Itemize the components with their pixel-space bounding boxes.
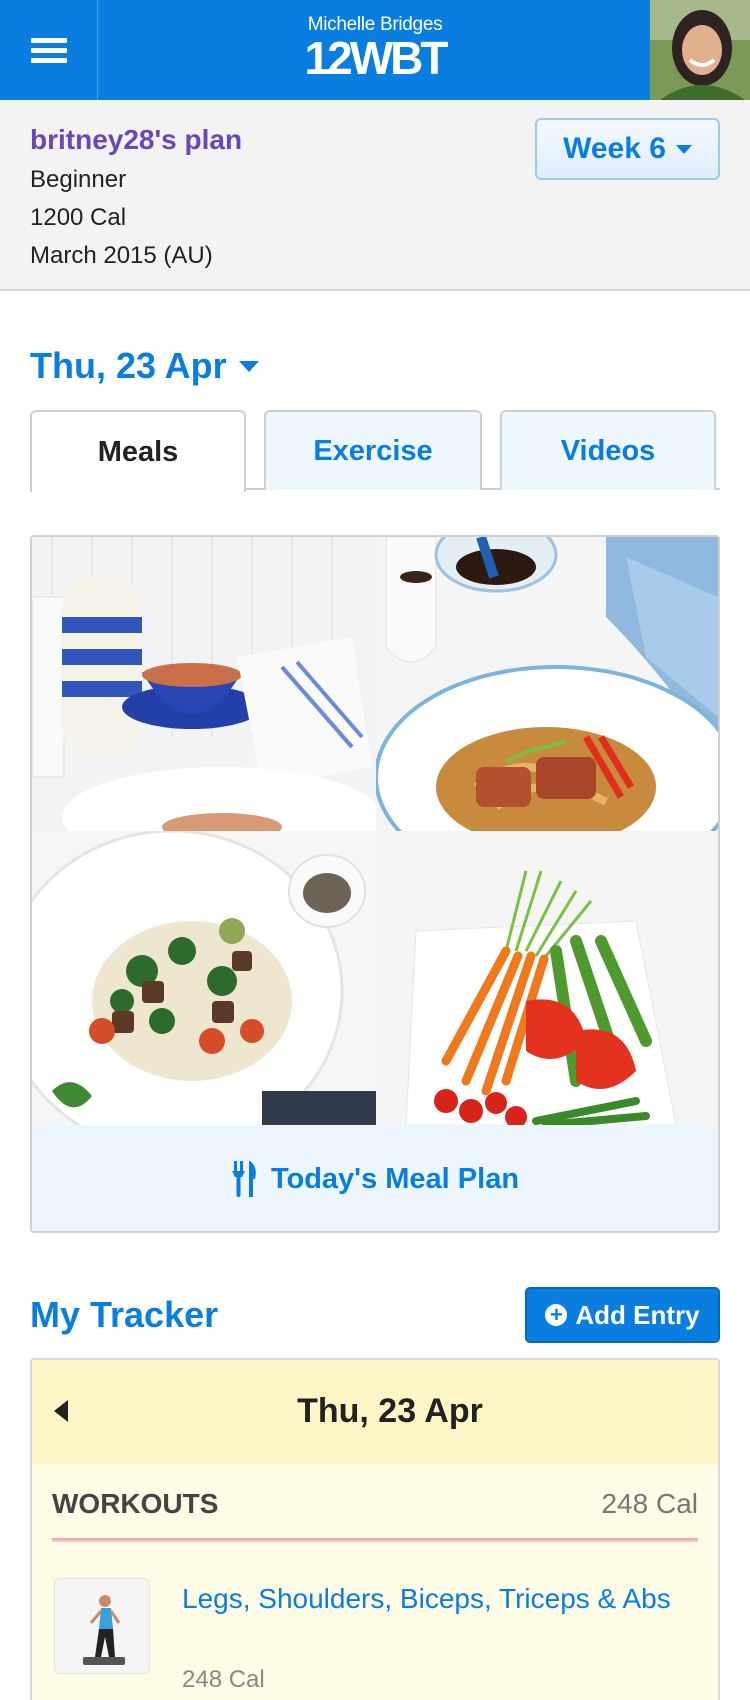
previous-day-arrow-icon[interactable] bbox=[54, 1400, 68, 1422]
add-entry-label: Add Entry bbox=[575, 1299, 700, 1330]
tab-label: Videos bbox=[560, 434, 656, 467]
plan-round: March 2015 (AU) bbox=[30, 242, 213, 269]
todays-meal-plan-link[interactable]: Today's Meal Plan bbox=[32, 1125, 718, 1231]
meal-photo-snack bbox=[376, 831, 718, 1125]
tab-meals[interactable]: Meals bbox=[30, 410, 246, 492]
tab-exercise[interactable]: Exercise bbox=[264, 410, 482, 490]
fork-knife-icon bbox=[231, 1161, 256, 1197]
brand-wordmark: 12WBT bbox=[304, 32, 449, 84]
tracker-title: My Tracker bbox=[30, 1294, 219, 1335]
meal-photo-lunch bbox=[32, 831, 376, 1125]
brand-logo[interactable]: Michelle Bridges 12WBT bbox=[260, 14, 490, 84]
plan-summary: britney28's plan Beginner 1200 Cal March… bbox=[0, 100, 750, 291]
tracker-date: Thu, 23 Apr bbox=[297, 1392, 483, 1430]
workout-thumbnail[interactable] bbox=[54, 1578, 150, 1674]
top-bar: Michelle Bridges 12WBT bbox=[0, 0, 750, 100]
menu-button[interactable] bbox=[0, 0, 98, 100]
plan-level: Beginner bbox=[30, 166, 127, 193]
tracker-card: Thu, 23 Apr WORKOUTS 248 Cal Legs, Shoul… bbox=[30, 1358, 720, 1700]
meal-plan-card[interactable]: Today's Meal Plan bbox=[30, 535, 720, 1233]
workout-calories: 248 Cal bbox=[182, 1666, 265, 1693]
plus-circle-icon: + bbox=[545, 1304, 568, 1326]
tracker-header: Thu, 23 Apr bbox=[32, 1360, 718, 1464]
hamburger-menu-icon bbox=[30, 33, 67, 68]
avatar-photo bbox=[650, 0, 750, 100]
plan-name[interactable]: britney28's plan bbox=[30, 124, 242, 156]
meal-photo-dinner bbox=[376, 537, 718, 831]
add-entry-button[interactable]: + Add Entry bbox=[525, 1287, 720, 1343]
date-dropdown[interactable]: Thu, 23 Apr bbox=[30, 345, 259, 387]
chevron-down-icon bbox=[238, 360, 259, 372]
date-label: Thu, 23 Apr bbox=[30, 345, 227, 386]
chevron-down-icon bbox=[675, 144, 692, 154]
tab-label: Meals bbox=[97, 435, 179, 468]
week-dropdown[interactable]: Week 6 bbox=[535, 118, 720, 180]
section-divider bbox=[52, 1538, 698, 1542]
tab-videos[interactable]: Videos bbox=[500, 410, 716, 490]
week-label: Week 6 bbox=[563, 132, 666, 165]
profile-avatar[interactable] bbox=[650, 0, 750, 100]
meal-photo-breakfast bbox=[32, 537, 376, 831]
workout-name-link[interactable]: Legs, Shoulders, Biceps, Triceps & Abs bbox=[182, 1578, 682, 1619]
workouts-total-calories: 248 Cal bbox=[601, 1488, 698, 1519]
meal-plan-label: Today's Meal Plan bbox=[270, 1162, 520, 1195]
plan-calories: 1200 Cal bbox=[30, 204, 127, 231]
tab-label: Exercise bbox=[313, 434, 433, 467]
workouts-section-label: WORKOUTS bbox=[52, 1488, 219, 1519]
